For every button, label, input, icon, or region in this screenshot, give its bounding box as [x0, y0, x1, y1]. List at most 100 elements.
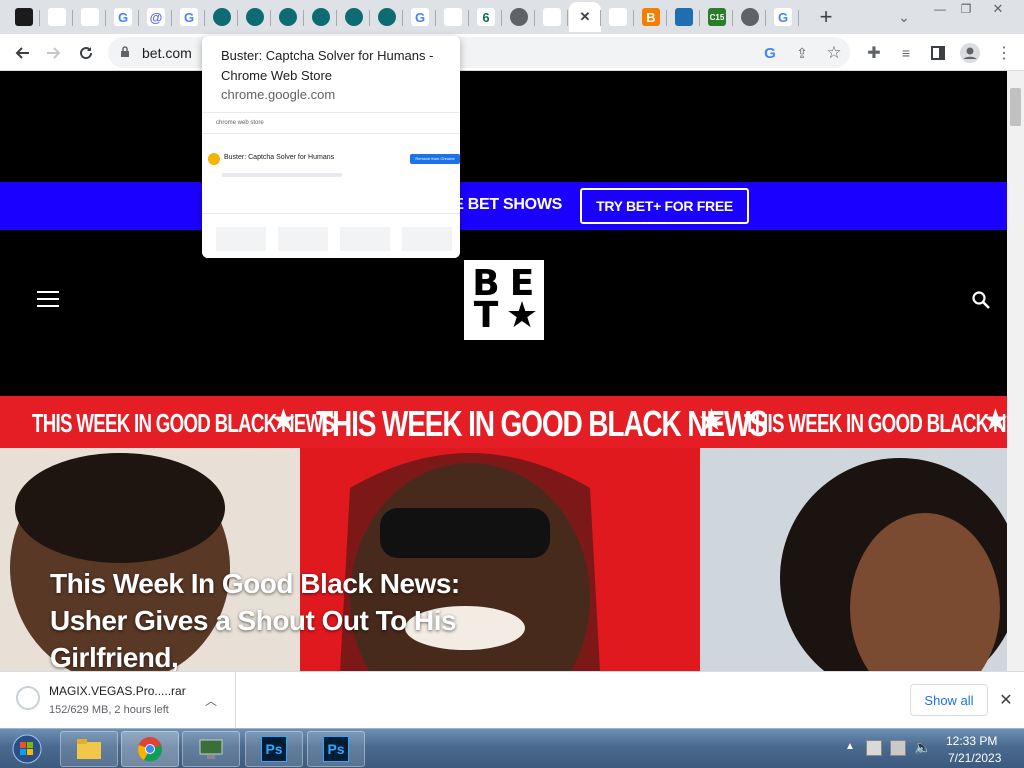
browser-tab[interactable] — [536, 2, 568, 32]
folder-icon — [77, 739, 101, 759]
monitor-icon — [199, 739, 223, 759]
taskbar-photoshop-1[interactable]: Ps — [245, 731, 303, 767]
photoshop-icon: Ps — [261, 736, 287, 762]
tab-separator — [765, 10, 766, 26]
page-scrollbar[interactable] — [1007, 71, 1024, 671]
clock-time[interactable]: 12:33 PM — [946, 734, 997, 748]
taskbar-explorer[interactable] — [60, 731, 118, 767]
hover-card-thumbnail: chrome web store Buster: Captcha Solver … — [202, 112, 460, 258]
url-text[interactable]: bet.com — [142, 45, 192, 61]
tab-separator — [468, 10, 469, 26]
new-tab-button[interactable]: + — [812, 3, 840, 31]
good-black-news-banner: THIS WEEK IN GOOD BLACK NEWS ★ THIS WEEK… — [0, 396, 1007, 448]
browser-tab[interactable] — [338, 2, 370, 32]
tab-strip: G @ G G 6 ✕ B C15 G + ⌄ — ❐ ✕ — [0, 0, 1024, 34]
browser-tab[interactable] — [437, 2, 469, 32]
try-bet-plus-button[interactable]: TRY BET+ FOR FREE — [580, 188, 749, 224]
close-download-bar-icon[interactable]: ✕ — [996, 690, 1016, 710]
browser-tab[interactable]: ✕ — [569, 2, 601, 32]
clock-date[interactable]: 7/21/2023 — [948, 751, 1001, 765]
clip-icon — [444, 8, 462, 26]
browser-tab[interactable]: G — [767, 2, 799, 32]
extensions-puzzle-icon[interactable]: ✚ — [860, 39, 888, 67]
chevron-up-icon[interactable]: ︿ — [205, 692, 219, 708]
restore-button[interactable]: ❐ — [954, 0, 978, 18]
chrome-menu-icon[interactable]: ⋮ — [990, 39, 1018, 67]
tab-separator — [699, 10, 700, 26]
tray-network-icon[interactable] — [890, 740, 906, 756]
globe-icon — [510, 8, 528, 26]
browser-tab[interactable]: G — [404, 2, 436, 32]
banner-star-icon: ★ — [698, 404, 725, 437]
hamburger-menu-icon[interactable] — [37, 291, 59, 307]
taskbar-photoshop-2[interactable]: Ps — [307, 731, 365, 767]
reload-icon — [80, 47, 93, 60]
browser-tab[interactable] — [734, 2, 766, 32]
google-lens-icon[interactable]: G — [756, 39, 784, 67]
reload-button[interactable] — [72, 39, 100, 67]
browser-tab[interactable]: G — [107, 2, 139, 32]
browser-tab[interactable] — [305, 2, 337, 32]
browser-tab[interactable] — [8, 2, 40, 32]
browser-tab[interactable] — [206, 2, 238, 32]
tab-search-chevron-icon[interactable]: ⌄ — [890, 3, 918, 31]
robot-icon — [345, 8, 363, 26]
photoshop-icon: Ps — [323, 736, 349, 762]
tray-volume-icon[interactable]: 🔈 — [914, 739, 931, 756]
close-icon: ✕ — [576, 8, 594, 26]
robot-icon — [279, 8, 297, 26]
thumb-remove-button: Remove from Chrome — [410, 154, 460, 164]
browser-tab[interactable] — [371, 2, 403, 32]
hover-card-domain: chrome.google.com — [221, 87, 336, 102]
taskbar-app[interactable] — [182, 731, 240, 767]
browser-tab[interactable] — [41, 2, 73, 32]
thumb-item-title: Buster: Captcha Solver for Humans — [224, 154, 335, 161]
browser-tab[interactable] — [239, 2, 271, 32]
google-icon: G — [411, 8, 429, 26]
share-icon[interactable]: ⇪ — [788, 39, 816, 67]
minimize-button[interactable]: — — [928, 0, 952, 18]
media-queue-icon[interactable]: ≡ — [892, 39, 920, 67]
rar-file-icon — [16, 686, 40, 710]
tab-separator — [435, 10, 436, 26]
browser-tab[interactable] — [668, 2, 700, 32]
windows-store-icon — [81, 8, 99, 26]
google-icon: G — [774, 8, 792, 26]
windows-logo-icon — [12, 734, 42, 764]
profile-avatar-icon[interactable] — [956, 39, 984, 67]
show-all-button[interactable]: Show all — [910, 684, 988, 716]
webpage: E BET SHOWS TRY BET+ FOR FREE B E T ★ TH… — [0, 71, 1007, 671]
bookmark-star-icon[interactable]: ☆ — [820, 39, 848, 67]
search-icon[interactable] — [972, 291, 990, 309]
browser-tab[interactable] — [602, 2, 634, 32]
browser-tab[interactable]: 6 — [470, 2, 502, 32]
tab-separator — [666, 10, 667, 26]
robot-icon — [213, 8, 231, 26]
tray-expand-icon[interactable]: ▲ — [845, 741, 855, 752]
article-headline[interactable]: This Week In Good Black News: Usher Give… — [50, 565, 470, 671]
at-sign-icon: @ — [147, 8, 165, 26]
browser-tab[interactable]: @ — [140, 2, 172, 32]
scroll-thumb[interactable] — [1010, 88, 1021, 126]
browser-toolbar: bet.com G ⇪ ☆ ✚ ≡ ⋮ — [0, 34, 1024, 71]
back-button[interactable] — [8, 39, 36, 67]
tray-action-center-icon[interactable] — [866, 740, 882, 756]
logo-letter-t: T — [473, 295, 499, 336]
start-button[interactable] — [3, 730, 51, 768]
download-item[interactable]: MAGIX.VEGAS.Pro.....rar 152/629 MB, 2 ho… — [0, 672, 236, 729]
bet-logo[interactable]: B E T ★ — [464, 260, 544, 340]
browser-tab[interactable]: B — [635, 2, 667, 32]
telegram-icon — [675, 8, 693, 26]
browser-tab[interactable] — [272, 2, 304, 32]
browser-tab[interactable] — [74, 2, 106, 32]
tab-separator — [303, 10, 304, 26]
browser-tab[interactable]: C15 — [701, 2, 733, 32]
tab-separator — [105, 10, 106, 26]
taskbar-chrome[interactable] — [121, 731, 179, 767]
side-panel-icon[interactable] — [924, 39, 952, 67]
window-close-button[interactable]: ✕ — [986, 0, 1010, 18]
browser-tab[interactable]: G — [173, 2, 205, 32]
forward-button[interactable] — [40, 39, 68, 67]
browser-tab[interactable] — [503, 2, 535, 32]
robot-icon — [378, 8, 396, 26]
